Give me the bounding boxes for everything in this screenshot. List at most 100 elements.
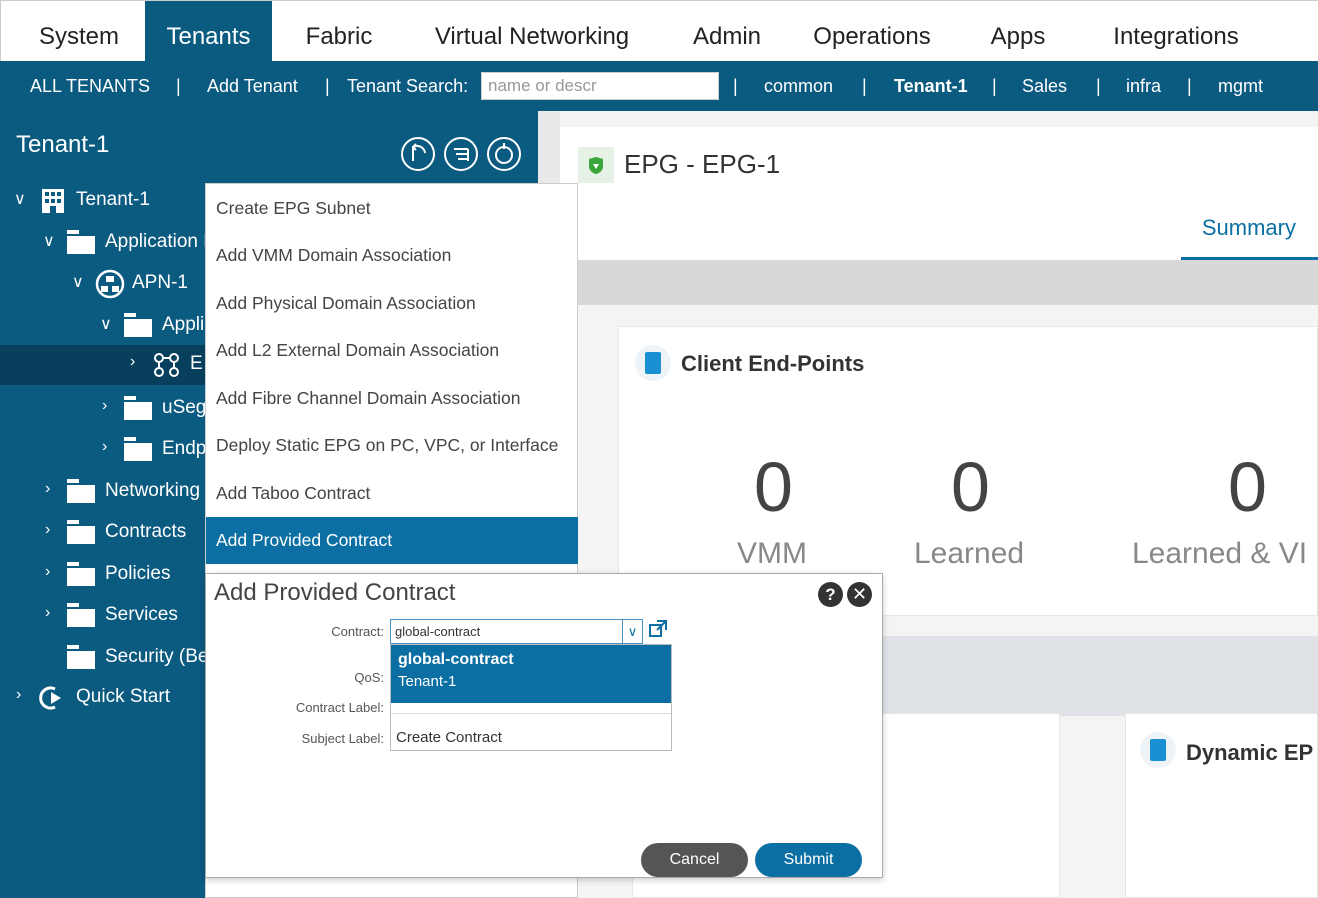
folder-icon [67,645,95,669]
tree-item-label: Services [105,604,178,625]
app-profile-icon [95,269,125,299]
separator: | [992,76,997,96]
tree-item-label: Policies [105,563,171,584]
dialog-title: Add Provided Contract [214,579,456,606]
refresh-icon[interactable] [487,137,521,171]
chevron-down-icon[interactable]: ∨ [14,189,26,209]
shield-icon [578,147,614,183]
chevron-down-icon[interactable]: ∨ [623,619,643,644]
learned-label: Learned [914,537,1025,570]
vmm-label: VMM [737,537,807,570]
menu-item-add-l2-external-domain[interactable]: Add L2 External Domain Association [206,327,578,374]
tenant-search-label: Tenant Search: [347,76,469,96]
contract-input[interactable] [390,619,623,644]
menu-item-deploy-static-epg[interactable]: Deploy Static EPG on PC, VPC, or Interfa… [206,422,578,469]
chevron-down-icon[interactable]: ∨ [100,314,112,334]
tenant-search-input[interactable] [481,72,719,100]
topnav-apps[interactable]: Apps [976,1,1060,62]
divider [391,713,671,714]
chevron-right-icon[interactable]: › [45,604,50,622]
chevron-right-icon[interactable]: › [102,438,107,456]
separator: | [325,76,330,96]
chevron-down-icon[interactable]: ∨ [43,231,55,251]
clipboard-icon [1140,732,1176,768]
option-name: global-contract [398,651,514,668]
separator: | [1187,76,1192,96]
separator: | [733,76,738,96]
building-icon [40,188,68,213]
chevron-right-icon[interactable]: › [130,353,135,371]
close-icon[interactable]: ✕ [847,582,872,607]
epg-icon [152,351,180,377]
tree-item-label: APN-1 [132,272,188,293]
tree-item-label: Tenant-1 [76,189,150,210]
dropdown-option-global-contract[interactable]: global-contract Tenant-1 [391,645,671,703]
menu-item-create-epg-subnet[interactable]: Create EPG Subnet [206,185,578,232]
card-title: Dynamic EP [1186,740,1314,765]
all-tenants-link[interactable]: ALL TENANTS [30,61,150,111]
add-tenant-link[interactable]: Add Tenant [207,61,298,111]
tenant-link-sales[interactable]: Sales [1022,61,1067,111]
dynamic-eps-card: Dynamic EP [1125,713,1318,898]
tree-item-label: Security (Be [105,646,209,667]
chevron-right-icon[interactable]: › [16,686,21,704]
topnav-virtual-networking[interactable]: Virtual Networking [421,1,643,62]
separator: | [176,76,181,96]
separator: | [862,76,867,96]
folder-icon [124,313,152,337]
tree-item-label: Quick Start [76,686,170,707]
menu-item-add-provided-contract[interactable]: Add Provided Contract [206,517,578,564]
add-provided-contract-dialog: Add Provided Contract ? ✕ Contract: ∨ Qo… [205,573,883,878]
open-external-icon[interactable] [647,619,669,641]
pane-title: Tenant-1 [16,131,110,158]
quick-start-icon [37,684,65,710]
tenant-link-common[interactable]: common [764,61,833,111]
learned-vmm-label: Learned & VI [1132,537,1308,570]
chevron-right-icon[interactable]: › [45,521,50,539]
help-icon[interactable]: ? [818,582,843,607]
tree-item-label: E [190,353,203,374]
top-nav: System Tenants Fabric Virtual Networking… [0,0,1318,62]
menu-item-add-taboo-contract[interactable]: Add Taboo Contract [206,470,578,517]
list-actions-icon[interactable] [444,137,478,171]
chevron-down-icon[interactable]: ∨ [72,272,84,292]
tenant-link-infra[interactable]: infra [1126,61,1161,111]
menu-item-add-vmm-domain[interactable]: Add VMM Domain Association [206,232,578,279]
create-contract-option[interactable]: Create Contract [396,729,502,746]
topnav-system[interactable]: System [23,1,135,62]
chevron-right-icon[interactable]: › [45,563,50,581]
chevron-right-icon[interactable]: › [45,480,50,498]
card-title: Client End-Points [681,351,865,376]
submit-button[interactable]: Submit [755,843,862,877]
chevron-right-icon[interactable]: › [102,397,107,415]
folder-icon [124,396,152,420]
epg-header: EPG - EPG-1 Summary [560,127,1318,261]
topnav-admin[interactable]: Admin [677,1,777,62]
vmm-count: 0 [754,448,793,526]
subject-label-label: Subject Label: [301,731,384,746]
qos-label: QoS: [354,670,384,685]
tenant-link-mgmt[interactable]: mgmt [1218,61,1263,111]
menu-item-add-physical-domain[interactable]: Add Physical Domain Association [206,280,578,327]
folder-icon [67,230,95,254]
topnav-operations[interactable]: Operations [801,1,943,62]
sub-nav: ALL TENANTS | Add Tenant | Tenant Search… [0,61,1318,111]
history-icon[interactable] [401,137,435,171]
contract-label-label: Contract Label: [295,700,384,715]
topnav-integrations[interactable]: Integrations [1101,1,1251,62]
page-title: EPG - EPG-1 [624,149,781,179]
menu-item-add-fibre-channel-domain[interactable]: Add Fibre Channel Domain Association [206,375,578,422]
topnav-fabric[interactable]: Fabric [291,1,387,62]
contract-label: Contract: [331,624,384,639]
tenant-link-tenant-1[interactable]: Tenant-1 [894,61,968,111]
learned-count: 0 [951,448,990,526]
option-tenant: Tenant-1 [398,673,457,690]
tree-item-label: uSeg [162,397,207,418]
clipboard-icon [635,345,671,381]
topnav-tenants[interactable]: Tenants [145,1,272,62]
cancel-button[interactable]: Cancel [641,843,748,877]
tab-summary[interactable]: Summary [1202,215,1296,241]
folder-icon [124,437,152,461]
contract-dropdown-list: global-contract Tenant-1 Create Contract [390,644,672,751]
folder-icon [67,479,95,503]
